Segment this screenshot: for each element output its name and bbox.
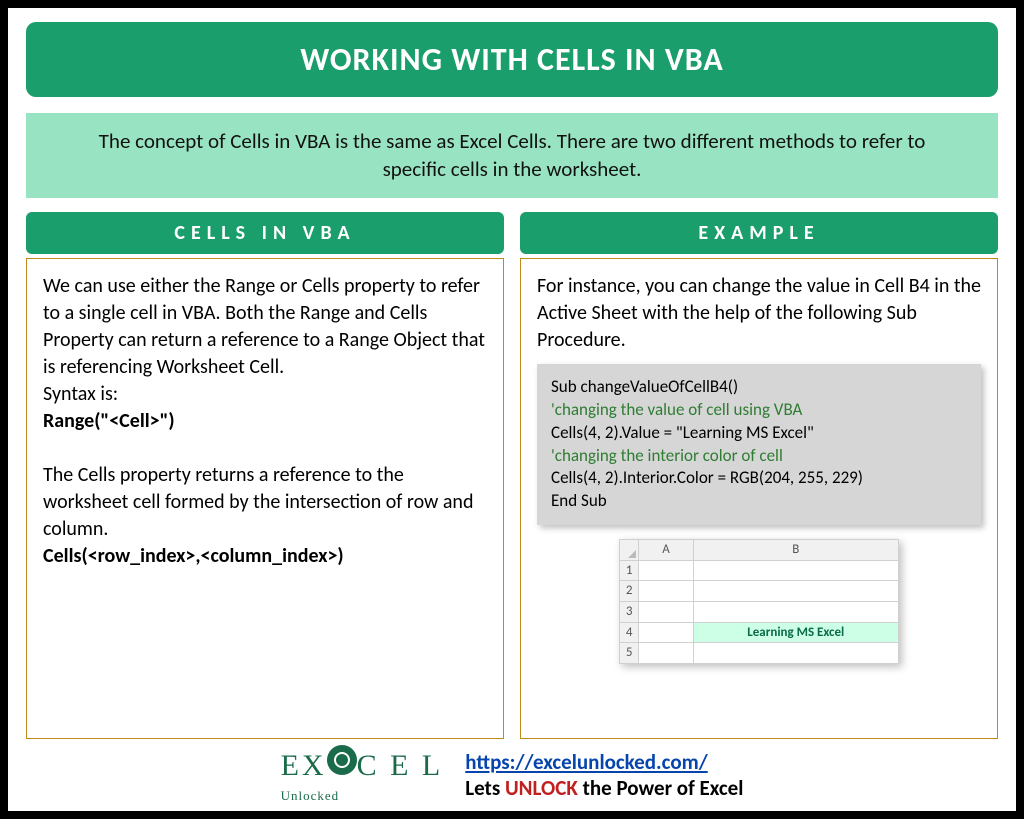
lock-icon xyxy=(327,745,357,775)
cells-syntax: Cells(<row_index>,<column_index>) xyxy=(43,543,487,570)
code-line-1: Sub changeValueOfCellB4() xyxy=(551,376,967,399)
row-header: 4 xyxy=(620,622,639,643)
row-header: 3 xyxy=(620,601,639,622)
cell-a3 xyxy=(639,601,693,622)
left-para1: We can use either the Range or Cells pro… xyxy=(43,273,487,381)
page-title: WORKING WITH CELLS IN VBA xyxy=(26,22,998,97)
right-column: EXAMPLE For instance, you can change the… xyxy=(520,212,998,739)
footer-text: https://excelunlocked.com/ Lets UNLOCK t… xyxy=(465,749,743,801)
right-column-body: For instance, you can change the value i… xyxy=(520,258,998,739)
syntax-label: Syntax is: xyxy=(43,381,487,408)
code-line-5: Cells(4, 2).Interior.Color = RGB(204, 25… xyxy=(551,467,967,490)
code-line-2: 'changing the value of cell using VBA xyxy=(551,399,967,422)
right-column-header: EXAMPLE xyxy=(520,212,998,254)
cell-b2 xyxy=(693,581,898,602)
logo-subtext: Unlocked xyxy=(281,788,340,803)
cell-b4: Learning MS Excel xyxy=(693,622,898,643)
vba-code-block: Sub changeValueOfCellB4() 'changing the … xyxy=(537,364,981,526)
code-line-3: Cells(4, 2).Value = "Learning MS Excel" xyxy=(551,422,967,445)
website-link[interactable]: https://excelunlocked.com/ xyxy=(465,749,707,775)
cell-b1 xyxy=(693,560,898,581)
document-frame: WORKING WITH CELLS IN VBA The concept of… xyxy=(0,0,1024,819)
right-para: For instance, you can change the value i… xyxy=(537,273,981,354)
left-para2: The Cells property returns a reference t… xyxy=(43,462,487,543)
cell-b5 xyxy=(693,643,898,664)
cell-b3 xyxy=(693,601,898,622)
two-column-layout: CELLS IN VBA We can use either the Range… xyxy=(26,212,998,739)
cell-a1 xyxy=(639,560,693,581)
col-header-a: A xyxy=(639,540,693,561)
left-column: CELLS IN VBA We can use either the Range… xyxy=(26,212,504,739)
code-line-6: End Sub xyxy=(551,490,967,513)
code-line-4: 'changing the interior color of cell xyxy=(551,445,967,468)
row-header: 5 xyxy=(620,643,639,664)
left-column-header: CELLS IN VBA xyxy=(26,212,504,254)
excel-mini-preview: A B 1 2 3 4 Learning MS Excel 5 xyxy=(619,539,899,663)
intro-text: The concept of Cells in VBA is the same … xyxy=(26,113,998,198)
range-syntax: Range("<Cell>") xyxy=(43,408,487,435)
brand-logo: EXC E L Unlocked xyxy=(281,745,444,805)
row-header: 2 xyxy=(620,581,639,602)
footer-tagline: Lets UNLOCK the Power of Excel xyxy=(465,775,743,801)
cell-a5 xyxy=(639,643,693,664)
col-header-b: B xyxy=(693,540,898,561)
footer: EXC E L Unlocked https://excelunlocked.c… xyxy=(26,745,998,805)
row-header: 1 xyxy=(620,560,639,581)
left-column-body: We can use either the Range or Cells pro… xyxy=(26,258,504,739)
sheet-corner xyxy=(620,540,639,561)
cell-a2 xyxy=(639,581,693,602)
cell-a4 xyxy=(639,622,693,643)
